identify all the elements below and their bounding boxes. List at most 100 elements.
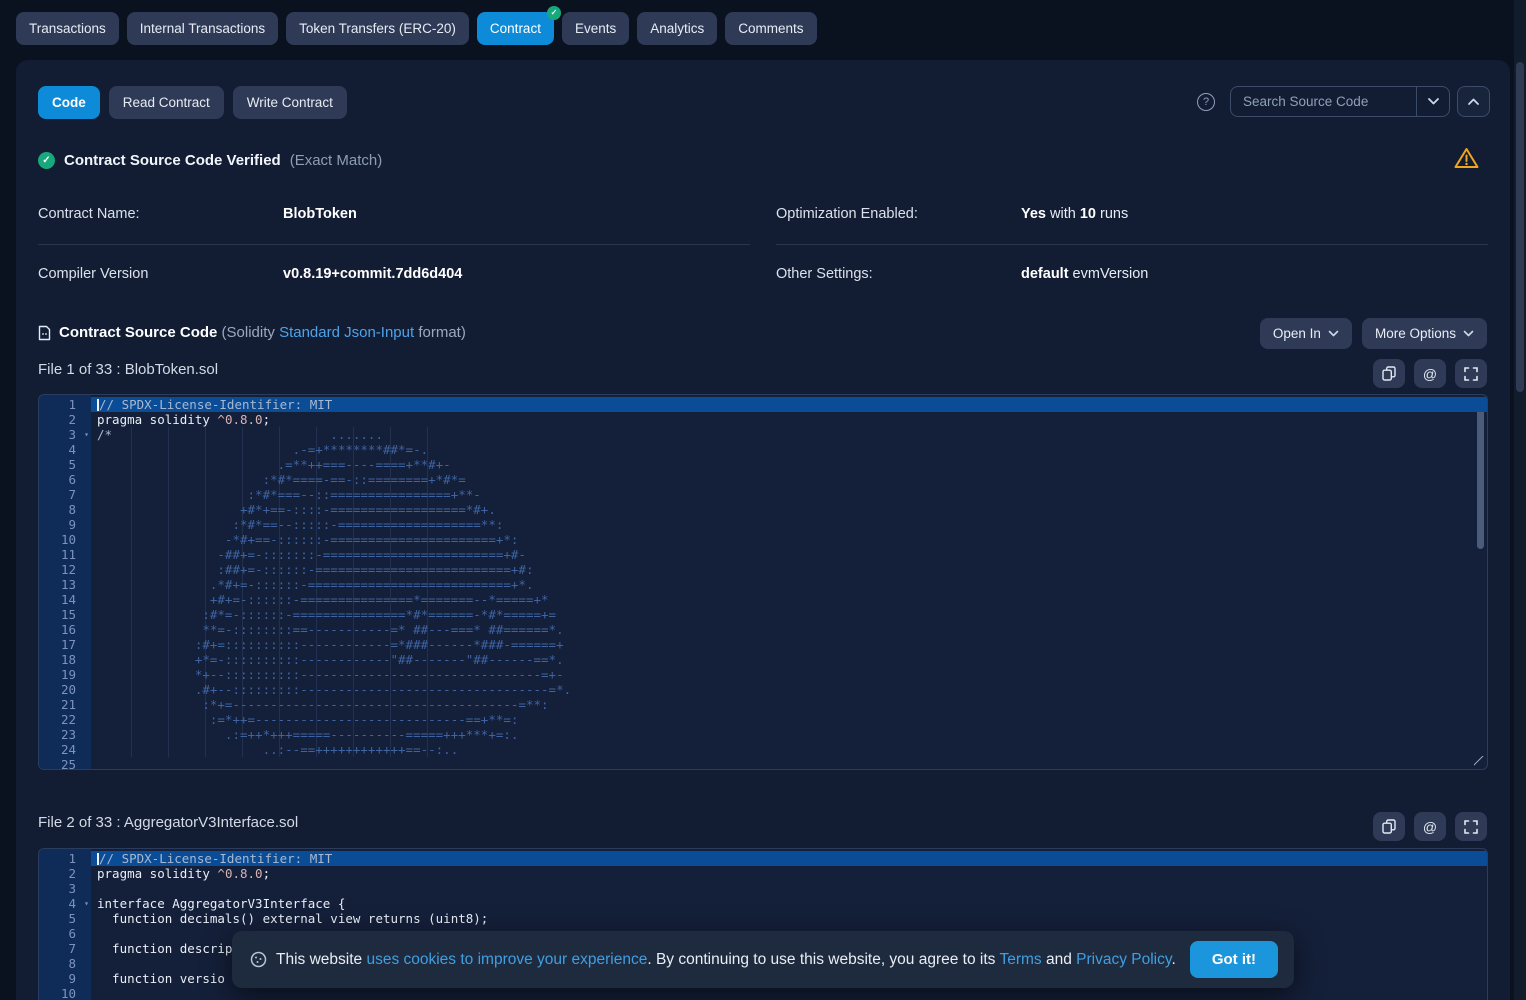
line-content: .#+--:::::::::--------------------------… <box>91 682 1487 697</box>
page-scrollbar-thumb[interactable] <box>1516 62 1524 392</box>
tab-comments[interactable]: Comments <box>725 12 816 45</box>
other-settings-label: Other Settings: <box>776 266 873 282</box>
contract-subtabs: Code Read Contract Write Contract <box>38 86 347 119</box>
fold-arrow-icon[interactable]: ▾ <box>84 427 89 442</box>
code-line: 20 .#+--:::::::::-----------------------… <box>39 682 1487 697</box>
line-content: +#*+==-::::-==================*#+. <box>91 502 1487 517</box>
search-next-match-button[interactable] <box>1416 87 1449 116</box>
open-in-button[interactable]: Open In <box>1260 318 1352 349</box>
search-prev-match-button[interactable] <box>1457 86 1490 117</box>
line-number: 25 <box>39 757 91 770</box>
line-number: 10 <box>39 532 91 547</box>
line-number: 7 <box>39 941 91 956</box>
code-line: 7 :*#*===--::================+**- <box>39 487 1487 502</box>
code-lines: 1// SPDX-License-Identifier: MIT2pragma … <box>39 395 1487 770</box>
line-number: 2 <box>39 412 91 427</box>
line-content: +#+=-::::::-===============*=======--*==… <box>91 592 1487 607</box>
more-options-button[interactable]: More Options <box>1362 318 1487 349</box>
line-number: 6 <box>39 926 91 941</box>
line-number: 13 <box>39 577 91 592</box>
fullscreen-icon <box>1464 820 1478 834</box>
line-content: function decimals() external view return… <box>91 911 1487 926</box>
verified-title: Contract Source Code Verified <box>64 152 281 169</box>
code-line: 8 +#*+==-::::-==================*#+. <box>39 502 1487 517</box>
code-line: 5 function decimals() external view retu… <box>39 911 1487 926</box>
copy-icon <box>1382 366 1396 381</box>
cookie-accept-button[interactable]: Got it! <box>1190 941 1278 978</box>
line-number: 1 <box>39 397 91 412</box>
fold-arrow-icon[interactable]: ▾ <box>84 896 89 911</box>
fullscreen-button[interactable] <box>1455 359 1487 388</box>
tab-internal-transactions[interactable]: Internal Transactions <box>127 12 278 45</box>
subtab-code[interactable]: Code <box>38 86 100 119</box>
line-content <box>91 986 1487 1000</box>
code-line: 10 <box>39 986 1487 1000</box>
line-number: 3 <box>39 881 91 896</box>
line-content: :*+=------------------------------------… <box>91 697 1487 712</box>
line-content: :#*=-::::::-===============*#*======-*#*… <box>91 607 1487 622</box>
chevron-down-icon <box>1463 330 1474 337</box>
line-number: 16 <box>39 622 91 637</box>
compiler-version-label: Compiler Version <box>38 266 148 282</box>
code-line: 5 .=**++===----====+**#+- <box>39 457 1487 472</box>
line-content: :*#*===--::================+**- <box>91 487 1487 502</box>
copy-source-button[interactable] <box>1373 359 1405 388</box>
source-code-heading-text: Contract Source Code (Solidity Standard … <box>59 324 466 341</box>
code-line: 6 :*#*====-==-::========+*#*= <box>39 472 1487 487</box>
code-line: 3 <box>39 881 1487 896</box>
help-icon[interactable]: ? <box>1197 93 1215 111</box>
tab-transactions[interactable]: Transactions <box>16 12 119 45</box>
contract-name-label: Contract Name: <box>38 206 140 222</box>
verified-badge-icon: ✓ <box>547 6 561 20</box>
optimization-value: Yes with 10 runs <box>1021 206 1128 222</box>
tab-token-transfers[interactable]: Token Transfers (ERC-20) <box>286 12 469 45</box>
divider <box>38 244 750 245</box>
copy-icon <box>1382 819 1396 834</box>
line-number: 22 <box>39 712 91 727</box>
line-number: 12 <box>39 562 91 577</box>
search-source-code-input[interactable] <box>1231 87 1416 116</box>
line-number: 8 <box>39 956 91 971</box>
line-number: 21 <box>39 697 91 712</box>
warning-icon <box>1453 146 1480 170</box>
line-content: .=**++===----====+**#+- <box>91 457 1487 472</box>
page-scrollbar[interactable] <box>1514 0 1526 1000</box>
line-content: +*=-::::::::::------------"##-------"##-… <box>91 652 1487 667</box>
source-header-buttons: Open In More Options <box>1260 318 1487 349</box>
line-content: :*#*====-==-::========+*#*= <box>91 472 1487 487</box>
fullscreen-button[interactable] <box>1455 812 1487 841</box>
divider <box>776 244 1488 245</box>
permalink-icon[interactable]: @ <box>1414 359 1446 388</box>
tab-analytics[interactable]: Analytics <box>637 12 717 45</box>
line-content: **=-::::::::==-----------=* ##---===* ##… <box>91 622 1487 637</box>
file-1-caption: File 1 of 33 : BlobToken.sol <box>38 361 218 378</box>
code-line: 18 +*=-::::::::::------------"##-------"… <box>39 652 1487 667</box>
line-content: :*#*==--:::::-===================**: <box>91 517 1487 532</box>
line-number: 18 <box>39 652 91 667</box>
subtab-read-contract[interactable]: Read Contract <box>109 86 224 119</box>
tab-contract[interactable]: Contract✓ <box>477 12 554 45</box>
copy-source-button[interactable] <box>1373 812 1405 841</box>
code-line: 1// SPDX-License-Identifier: MIT <box>39 851 1487 866</box>
line-content: interface AggregatorV3Interface { <box>91 896 1487 911</box>
line-number: 9 <box>39 517 91 532</box>
permalink-icon[interactable]: @ <box>1414 812 1446 841</box>
line-content: -##+=-:::::::-========================+#… <box>91 547 1487 562</box>
line-number: 4 <box>39 442 91 457</box>
cookie-banner: This website uses cookies to improve you… <box>232 931 1294 988</box>
line-number: 17 <box>39 637 91 652</box>
file-2-caption: File 2 of 33 : AggregatorV3Interface.sol <box>38 814 298 831</box>
code-line: 25 <box>39 757 1487 770</box>
code-line: 15 :#*=-::::::-===============*#*======-… <box>39 607 1487 622</box>
chevron-up-icon <box>1467 97 1480 106</box>
verified-check-icon: ✓ <box>38 152 55 169</box>
subtab-write-contract[interactable]: Write Contract <box>233 86 347 119</box>
line-number: 7 <box>39 487 91 502</box>
optimization-label: Optimization Enabled: <box>776 206 918 222</box>
line-number: 19 <box>39 667 91 682</box>
code-line: 13 .*#+=-::::::-========================… <box>39 577 1487 592</box>
tab-events[interactable]: Events <box>562 12 629 45</box>
verified-match-type: (Exact Match) <box>290 152 383 169</box>
source-code-editor-1[interactable]: 1// SPDX-License-Identifier: MIT2pragma … <box>38 394 1488 770</box>
line-content: ..:--==++++++++++++==--:.. <box>91 742 1487 757</box>
